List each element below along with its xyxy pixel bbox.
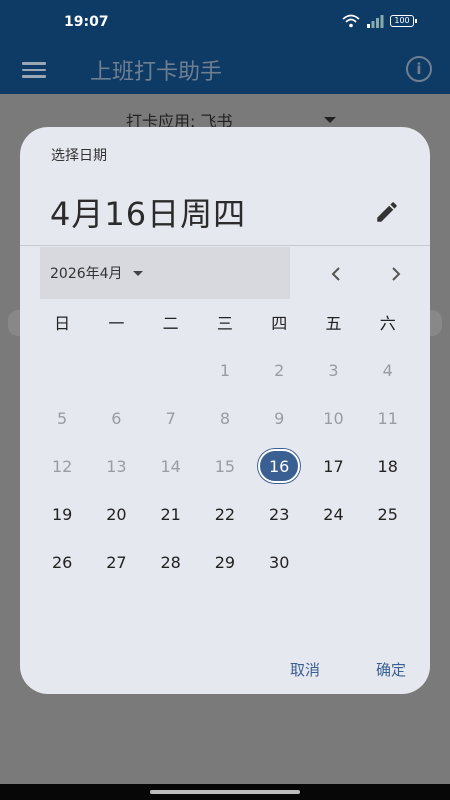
status-bar: 19:07 100 [0,0,450,44]
calendar-day: 12 [51,456,73,476]
calendar-day[interactable]: 22 [198,490,252,538]
weekday-label: 四 [271,314,288,333]
calendar-day[interactable]: 26 [35,538,89,586]
calendar-day[interactable]: 17 [306,442,360,490]
calendar-day[interactable]: 19 [35,490,89,538]
status-time: 19:07 [64,14,109,30]
weekday-label: 一 [108,314,125,333]
calendar-day: 5 [57,408,68,428]
chevron-right-icon[interactable] [382,260,410,288]
calendar-day: 11 [377,408,398,428]
calendar-week: 26 27 28 29 30 [35,538,415,586]
calendar-day: 3 [328,360,339,380]
calendar-day[interactable]: 18 [361,442,415,490]
calendar-day: 2 [274,360,285,380]
dropdown-arrow-icon [324,117,337,123]
status-icons: 100 [342,14,417,28]
calendar-day: 9 [274,408,285,428]
calendar-day[interactable]: 25 [361,490,415,538]
month-year-selector[interactable]: 2026年4月 [40,247,290,299]
calendar-day[interactable]: 27 [89,538,143,586]
weekday-label: 五 [325,314,342,333]
calendar-day: 15 [214,456,236,476]
selected-day-label: 16 [258,449,301,483]
selected-date-headline: 4月16日周四 [50,195,247,233]
calendar-day[interactable]: 28 [144,538,198,586]
edit-icon[interactable] [374,199,400,225]
calendar-day[interactable]: 24 [306,490,360,538]
calendar-grid: 1 2 3 4 5 6 7 8 9 10 11 12 13 14 15 16 1… [35,346,415,586]
calendar-day: 1 [219,360,231,380]
calendar-day[interactable]: 21 [144,490,198,538]
caret-down-icon [132,270,143,276]
confirm-button[interactable]: 确定 [376,659,406,680]
battery-icon: 100 [390,15,417,27]
app-title: 上班打卡助手 [90,60,223,85]
chevron-left-icon[interactable] [322,260,350,288]
background-element [428,310,442,336]
calendar-week: 19 20 21 22 23 24 25 [35,490,415,538]
date-picker-dialog: 选择日期 4月16日周四 2026年4月 日 一 二 三 四 五 六 1 2 3… [20,127,430,694]
dialog-label: 选择日期 [51,148,107,164]
wifi-icon [342,14,360,28]
cancel-button[interactable]: 取消 [290,659,320,680]
weekday-label: 三 [216,314,233,333]
dialog-actions: 取消 确定 [290,659,406,680]
calendar-day-selected[interactable]: 16 [252,442,306,490]
calendar-day: 8 [219,408,231,428]
calendar-week: 1 2 3 4 [35,346,415,394]
calendar-day: 6 [111,408,122,428]
menu-icon[interactable] [22,58,48,80]
signal-icon [367,15,384,28]
weekday-label: 日 [54,314,71,333]
system-nav-bar [0,784,450,800]
divider [20,245,430,246]
weekday-header: 日 一 二 三 四 五 六 [35,310,415,340]
weekday-label: 六 [379,314,396,333]
calendar-day[interactable]: 20 [89,490,143,538]
home-indicator[interactable] [150,790,300,794]
calendar-day: 4 [382,360,393,380]
calendar-day: 13 [106,456,127,476]
calendar-week: 5 6 7 8 9 10 11 [35,394,415,442]
calendar-day[interactable]: 29 [198,538,252,586]
calendar-day[interactable]: 23 [252,490,306,538]
calendar-day: 7 [165,408,176,428]
weekday-label: 二 [162,314,179,333]
calendar-week: 12 13 14 15 16 17 18 [35,442,415,490]
month-year-label: 2026年4月 [50,266,123,282]
info-icon[interactable]: i [406,56,432,82]
calendar-day: 14 [160,456,181,476]
calendar-day: 10 [323,408,344,428]
app-bar: 上班打卡助手 i [0,44,450,94]
calendar-day[interactable]: 30 [252,538,306,586]
